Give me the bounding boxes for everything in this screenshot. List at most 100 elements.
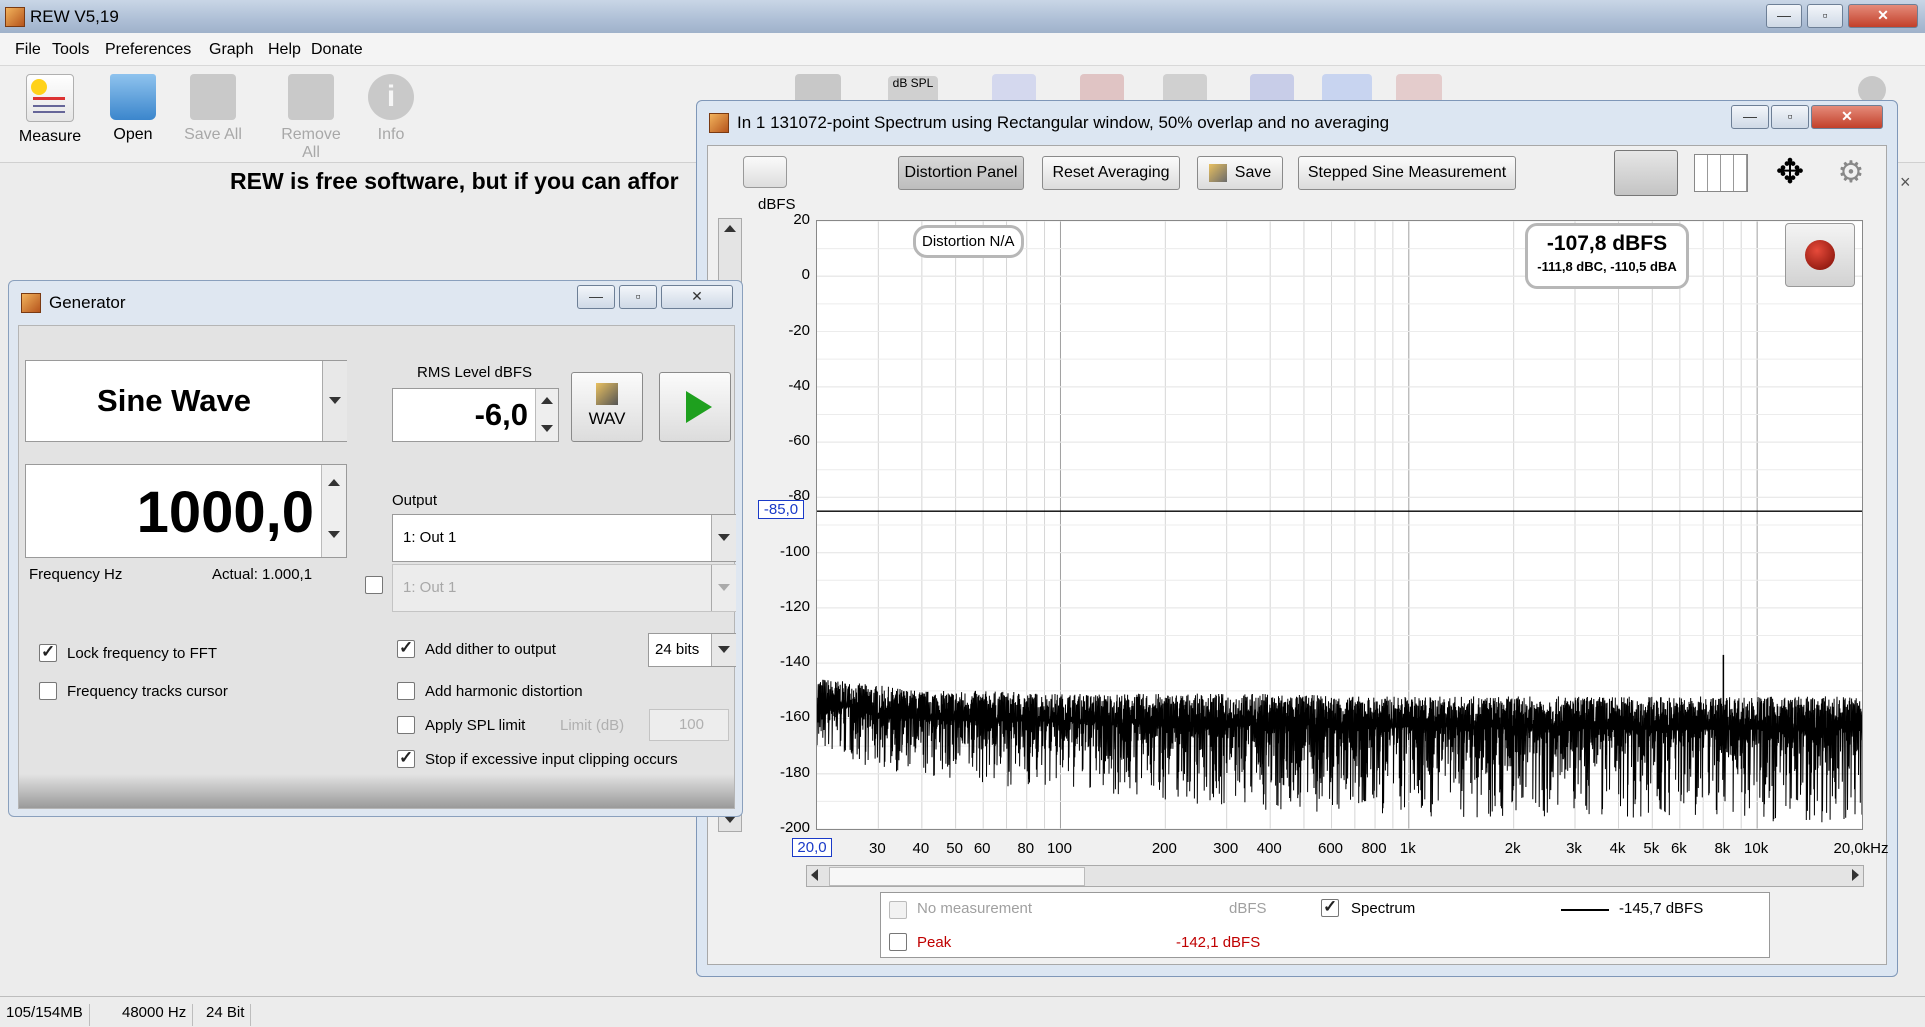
- apply-spl-label: Apply SPL limit: [425, 717, 526, 734]
- y-tick-label: 0: [801, 266, 810, 284]
- signal-type-select[interactable]: Sine Wave: [25, 360, 347, 442]
- add-dither-checkbox[interactable]: [397, 638, 415, 658]
- x-tick-label: 3k: [1566, 840, 1582, 857]
- folder-icon: [110, 74, 156, 120]
- close-button[interactable]: ✕: [1848, 4, 1918, 28]
- memory-status: 105/154MB: [0, 1004, 90, 1026]
- y-tick-label: -80: [788, 487, 810, 505]
- remove-all-button[interactable]: Remove All: [271, 74, 351, 162]
- status-bar: 105/154MB 48000 Hz 24 Bit: [0, 996, 1925, 1027]
- spectrum-panel: Distortion Panel Reset Averaging Save St…: [707, 145, 1889, 965]
- signal-dropdown-arrow[interactable]: [322, 361, 347, 441]
- open-button[interactable]: Open: [93, 74, 173, 144]
- limit-input[interactable]: 100: [649, 709, 729, 741]
- menu-preferences[interactable]: Preferences: [105, 41, 191, 59]
- no-measurement-unit: dBFS: [1229, 900, 1267, 917]
- menu-donate[interactable]: Donate: [311, 41, 363, 59]
- wav-button[interactable]: WAV: [571, 372, 643, 442]
- spectrum-minimize-button[interactable]: —: [1731, 105, 1769, 129]
- no-measurement-label: No measurement: [917, 900, 1033, 917]
- readout-sub: -111,8 dBC, -110,5 dBA: [1537, 259, 1677, 274]
- output-dropdown-arrow[interactable]: [711, 515, 736, 561]
- save-spectrum-button[interactable]: Save: [1197, 156, 1283, 190]
- save-all-icon: [190, 74, 236, 120]
- sample-rate-status: 48000 Hz: [116, 1004, 194, 1026]
- play-icon: [686, 391, 712, 423]
- generator-maximize-button[interactable]: ▫: [619, 285, 657, 309]
- apply-spl-checkbox[interactable]: [397, 716, 415, 734]
- y-tick-label: -200: [779, 819, 810, 836]
- second-output-select[interactable]: 1: Out 1: [392, 564, 736, 612]
- x-cursor-value[interactable]: 20,0: [792, 838, 832, 857]
- measure-icon: [26, 74, 74, 122]
- play-button[interactable]: [659, 372, 731, 442]
- distortion-panel-button[interactable]: Distortion Panel: [898, 156, 1024, 190]
- scroll-left-arrow[interactable]: [811, 869, 818, 881]
- save-icon: [1208, 163, 1227, 182]
- distortion-badge[interactable]: Distortion N/A: [913, 225, 1024, 258]
- record-button[interactable]: [1785, 223, 1855, 287]
- fit-arrows-icon[interactable]: ✥: [1762, 154, 1818, 190]
- frequency-spinner[interactable]: [321, 465, 346, 557]
- measure-button[interactable]: Measure: [10, 74, 90, 146]
- menu-tools[interactable]: Tools: [52, 41, 89, 59]
- tracks-cursor-checkbox[interactable]: [39, 682, 57, 700]
- save-all-button[interactable]: Save All: [173, 74, 253, 144]
- scroll-right-arrow[interactable]: [1852, 869, 1859, 881]
- output-select[interactable]: 1: Out 1: [392, 514, 736, 562]
- generator-minimize-button[interactable]: —: [577, 285, 615, 309]
- generator-close-button[interactable]: ✕: [661, 285, 733, 309]
- menu-file[interactable]: File: [15, 41, 41, 59]
- menu-graph[interactable]: Graph: [209, 41, 253, 59]
- bits-dropdown-arrow[interactable]: [711, 634, 736, 666]
- rms-level-input[interactable]: -6,0: [392, 388, 559, 442]
- maximize-button[interactable]: ▫: [1807, 4, 1843, 28]
- rew-app-icon: [5, 7, 25, 27]
- donation-banner: REW is free software, but if you can aff…: [230, 168, 679, 194]
- lock-fft-label: Lock frequency to FFT: [67, 645, 218, 662]
- no-measurement-checkbox[interactable]: [889, 901, 907, 919]
- x-scrollbar-thumb[interactable]: [829, 867, 1085, 886]
- second-output-checkbox[interactable]: [365, 576, 383, 594]
- reset-averaging-button[interactable]: Reset Averaging: [1042, 156, 1180, 190]
- limit-value: 100: [678, 716, 704, 733]
- second-output-dropdown-arrow[interactable]: [711, 565, 736, 611]
- minimize-button[interactable]: —: [1766, 4, 1802, 28]
- x-tick-label: 10k: [1744, 840, 1769, 857]
- spectrum-legend-value: -145,7 dBFS: [1619, 900, 1704, 917]
- banner-close-icon[interactable]: ×: [1900, 172, 1911, 193]
- remove-all-icon: [288, 74, 334, 120]
- spectrum-window: In 1 131072-point Spectrum using Rectang…: [696, 100, 1898, 977]
- bits-select[interactable]: 24 bits: [648, 633, 736, 667]
- camera-icon[interactable]: [743, 156, 787, 188]
- column-layout-icon[interactable]: [1694, 154, 1748, 192]
- add-harmonic-checkbox[interactable]: [397, 682, 415, 700]
- generator-panel: Sine Wave RMS Level dBFS -6,0 WAV 1000,0…: [18, 325, 736, 809]
- spectrum-checkbox[interactable]: [1321, 897, 1339, 917]
- x-scrollbar[interactable]: [806, 865, 1864, 887]
- spectrum-close-button[interactable]: ✕: [1811, 105, 1883, 129]
- info-button[interactable]: i Info: [351, 74, 431, 144]
- spectrum-plot[interactable]: Distortion N/A -107,8 dBFS -111,8 dBC, -…: [816, 220, 1863, 830]
- x-tick-label: 20,0kHz: [1833, 840, 1889, 857]
- legend-panel: No measurement dBFS Spectrum -145,7 dBFS…: [880, 892, 1770, 958]
- x-tick-label: 300: [1213, 840, 1239, 857]
- frequency-input[interactable]: 1000,0: [25, 464, 347, 558]
- graph-layout-icon[interactable]: [1614, 150, 1678, 196]
- x-tick-label: 400: [1256, 840, 1282, 857]
- info-icon: i: [368, 74, 414, 120]
- frequency-label: Frequency Hz: [29, 566, 123, 583]
- lock-fft-checkbox[interactable]: [39, 642, 57, 662]
- spectrum-maximize-button[interactable]: ▫: [1771, 105, 1809, 129]
- main-title-bar: REW V5,19 — ▫ ✕: [0, 0, 1925, 33]
- menu-help[interactable]: Help: [268, 41, 301, 59]
- rms-level-spinner[interactable]: [535, 389, 558, 441]
- settings-gear-icon[interactable]: ⚙: [1834, 156, 1868, 190]
- wav-icon: [596, 383, 618, 405]
- stepped-sine-button[interactable]: Stepped Sine Measurement: [1298, 156, 1516, 190]
- peak-legend-label: Peak: [917, 934, 952, 951]
- stop-clip-checkbox[interactable]: [397, 748, 415, 768]
- spectrum-trace: [817, 679, 1862, 823]
- info-label: Info: [377, 126, 405, 143]
- peak-checkbox[interactable]: [889, 933, 907, 951]
